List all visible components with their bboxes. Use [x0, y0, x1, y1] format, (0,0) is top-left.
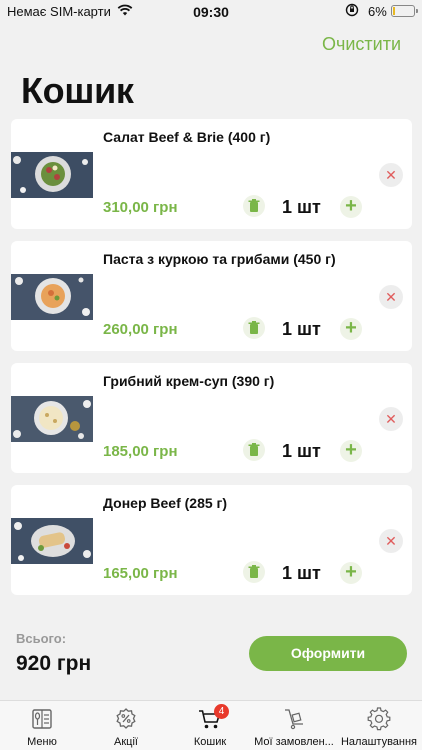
page-title: Кошик — [21, 70, 134, 111]
item-name: Салат Beef & Brie (400 г) — [103, 129, 271, 145]
plus-icon: + — [345, 317, 357, 339]
doner-photo — [11, 518, 93, 564]
increase-quantity-button[interactable]: + — [340, 318, 362, 340]
tab-settings[interactable]: Налаштування — [336, 701, 422, 750]
tab-label: Акції — [114, 736, 138, 748]
pasta-photo — [11, 274, 93, 320]
item-price: 185,00 грн — [103, 443, 178, 460]
trash-button[interactable] — [243, 195, 265, 217]
remove-item-button[interactable]: ✕ — [379, 407, 403, 431]
soup-photo — [11, 396, 93, 442]
tab-promotions[interactable]: Акції — [84, 701, 168, 750]
close-icon: ✕ — [385, 533, 397, 549]
item-price: 310,00 грн — [103, 199, 178, 216]
increase-quantity-button[interactable]: + — [340, 196, 362, 218]
item-quantity: 1 шт — [282, 319, 321, 339]
salad-photo — [11, 152, 93, 198]
increase-quantity-button[interactable]: + — [340, 440, 362, 462]
remove-item-button[interactable]: ✕ — [379, 529, 403, 553]
tab-label: Меню — [27, 736, 57, 748]
trash-button[interactable] — [243, 317, 265, 339]
checkout-button[interactable]: Оформити — [249, 636, 407, 671]
menu-book-icon — [32, 709, 52, 729]
trash-button[interactable] — [243, 439, 265, 461]
status-bar: Немає SIM-карти 09:30 6% — [0, 0, 422, 24]
item-price: 165,00 грн — [103, 565, 178, 582]
tab-bar: Меню Акції 4 Кошик Мої замовлен... Налаш… — [0, 700, 422, 750]
cart-item: Паста з куркою та грибами (450 г) 260,00… — [11, 241, 412, 351]
gear-icon — [367, 707, 391, 731]
tab-label: Кошик — [193, 736, 227, 748]
cart-item: Донер Beef (285 г) 165,00 грн 1 шт + ✕ — [11, 485, 412, 595]
close-icon: ✕ — [385, 289, 397, 305]
close-icon: ✕ — [385, 167, 397, 183]
orders-trolley-icon — [285, 709, 303, 730]
item-quantity: 1 шт — [282, 197, 321, 217]
plus-icon: + — [345, 439, 357, 461]
item-name: Грибний крем-суп (390 г) — [103, 373, 275, 389]
increase-quantity-button[interactable]: + — [340, 562, 362, 584]
item-quantity: 1 шт — [282, 563, 321, 583]
tab-label: Налаштування — [340, 736, 418, 748]
clear-cart-button[interactable]: Очистити — [322, 34, 401, 55]
cart-item: Грибний крем-суп (390 г) 185,00 грн 1 шт… — [11, 363, 412, 473]
total-label: Всього: — [16, 631, 67, 646]
remove-item-button[interactable]: ✕ — [379, 163, 403, 187]
trash-icon — [248, 443, 260, 456]
trash-button[interactable] — [243, 561, 265, 583]
battery-percent: 6% — [368, 4, 387, 19]
item-quantity: 1 шт — [282, 441, 321, 461]
tab-my-orders[interactable]: Мої замовлен... — [252, 701, 336, 750]
total-value: 920 грн — [16, 652, 92, 675]
tab-cart[interactable]: 4 Кошик — [168, 701, 252, 750]
item-name: Паста з куркою та грибами (450 г) — [103, 251, 336, 267]
close-icon: ✕ — [385, 411, 397, 427]
rotation-lock-icon — [345, 3, 359, 17]
tab-menu[interactable]: Меню — [0, 701, 84, 750]
trash-icon — [248, 199, 260, 212]
plus-icon: + — [345, 195, 357, 217]
discount-badge-icon — [116, 708, 136, 729]
item-name: Донер Beef (285 г) — [103, 495, 228, 511]
trash-icon — [248, 321, 260, 334]
remove-item-button[interactable]: ✕ — [379, 285, 403, 309]
item-price: 260,00 грн — [103, 321, 178, 338]
cart-count-badge: 4 — [214, 704, 229, 719]
trash-icon — [248, 565, 260, 578]
tab-label: Мої замовлен... — [254, 736, 334, 748]
battery-icon — [391, 5, 418, 17]
plus-icon: + — [345, 561, 357, 583]
cart-item: Салат Beef & Brie (400 г) 310,00 грн 1 ш… — [11, 119, 412, 229]
